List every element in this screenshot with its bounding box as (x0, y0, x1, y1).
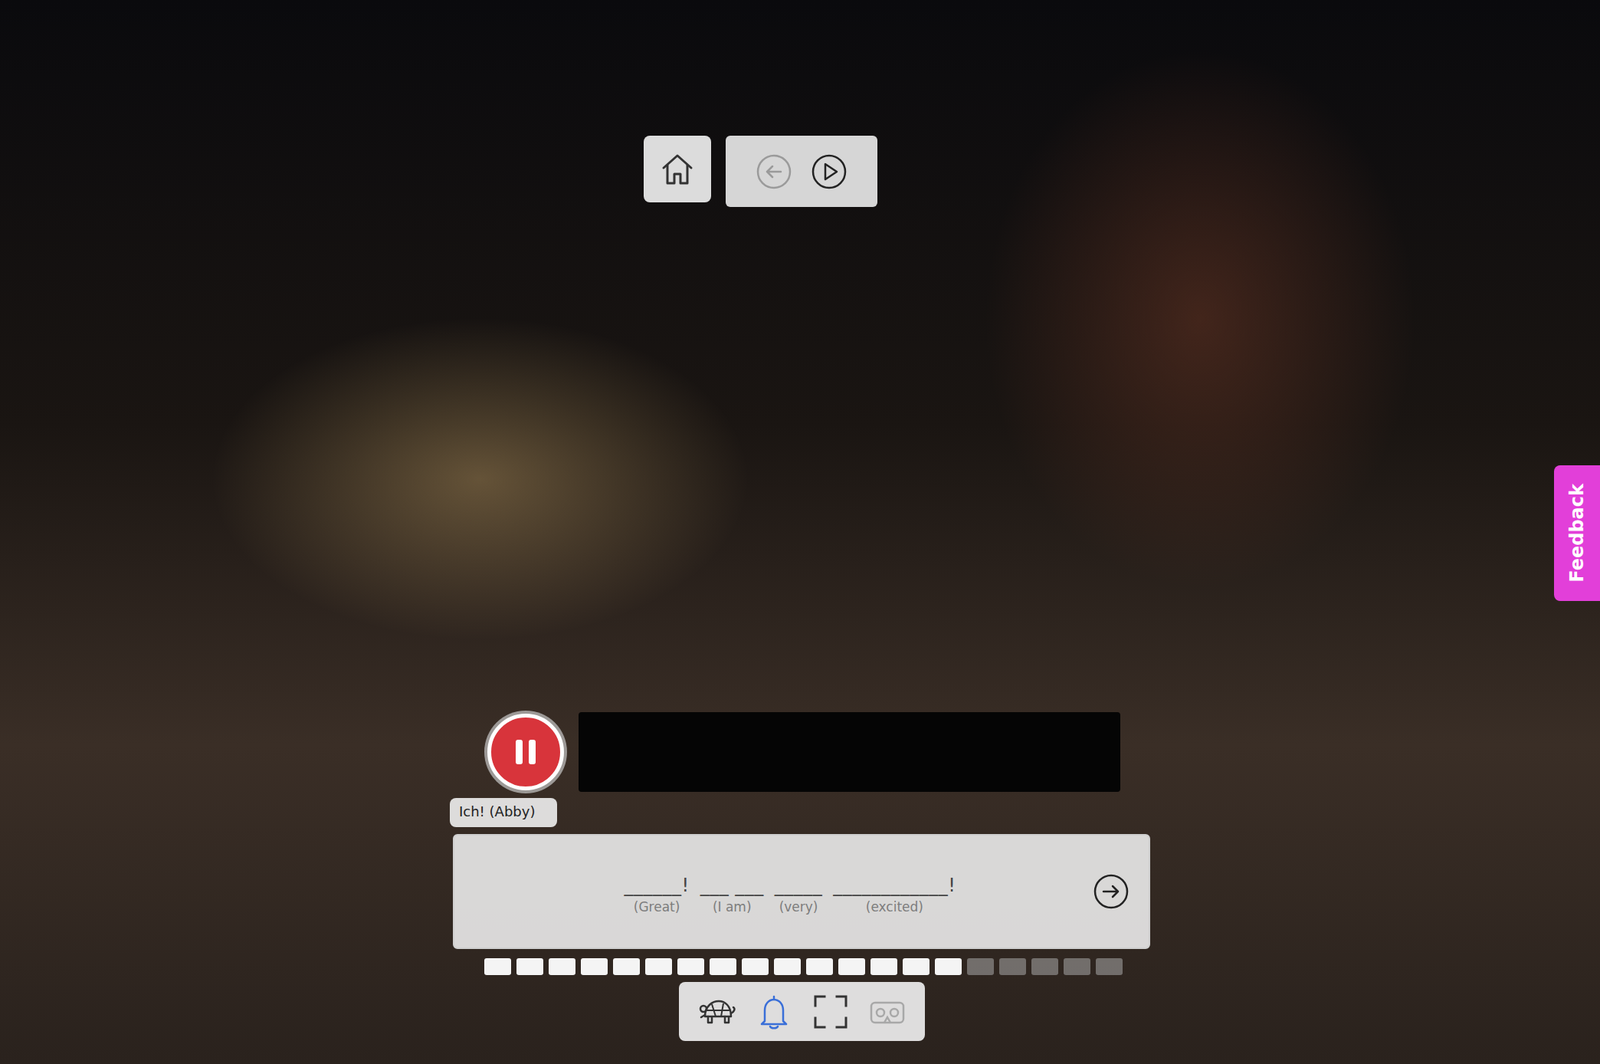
home-icon (659, 150, 696, 188)
progress-segment (709, 957, 737, 975)
speaker-label: Ich! (Abby) (449, 797, 558, 827)
feedback-tab[interactable]: Feedback (1554, 465, 1600, 601)
turtle-icon (697, 991, 738, 1032)
progress-segment (773, 957, 801, 975)
blank[interactable]: ____________!(excited) (832, 874, 956, 915)
fullscreen-icon (810, 991, 851, 1032)
pause-button[interactable] (487, 713, 564, 791)
blank-hint: (very) (779, 898, 819, 915)
blank[interactable]: ___ ___(I am) (700, 874, 764, 915)
progress-segment (741, 957, 769, 975)
progress-segment (1063, 957, 1091, 975)
home-button[interactable] (643, 135, 712, 203)
progress-segment (548, 957, 576, 975)
exercise-panel: ______!(Great)___ ___(I am)_____(very)__… (452, 833, 1151, 949)
progress-segment (1031, 957, 1059, 975)
bell-button[interactable] (754, 991, 794, 1032)
play-icon (809, 152, 849, 191)
nav-box (725, 135, 878, 207)
arrow-right-icon (1091, 872, 1131, 911)
progress-segment (580, 957, 608, 975)
progress-segment (967, 957, 994, 975)
progress-segment (613, 957, 640, 975)
progress-segment (516, 957, 544, 975)
submit-button[interactable] (1091, 872, 1131, 911)
progress-segment (806, 957, 833, 975)
blank[interactable]: ______!(Great) (624, 874, 690, 915)
progress-bar (484, 957, 1123, 975)
blanks-row: ______!(Great)___ ___(I am)_____(very)__… (500, 868, 1080, 915)
progress-segment (838, 957, 866, 975)
progress-segment (934, 957, 962, 975)
blank[interactable]: _____(very) (774, 874, 823, 915)
progress-segment (999, 957, 1027, 975)
progress-segment (677, 957, 705, 975)
blank-hint: (Great) (633, 898, 681, 915)
back-button[interactable] (754, 152, 794, 191)
blank-hint: (I am) (712, 898, 752, 915)
subtitle-box (578, 711, 1121, 792)
vr-button[interactable] (867, 991, 908, 1032)
bell-icon (754, 991, 794, 1032)
progress-segment (870, 957, 898, 975)
stage: Ich! (Abby)______!(Great)___ ___(I am)__… (0, 0, 1600, 1064)
progress-segment (484, 957, 512, 975)
progress-segment (902, 957, 930, 975)
back-arrow-icon (754, 152, 794, 191)
vr-headset-icon (867, 991, 908, 1032)
fullscreen-button[interactable] (810, 991, 851, 1032)
blank-hint: (excited) (865, 898, 924, 915)
turtle-button[interactable] (697, 991, 738, 1032)
progress-segment (1095, 957, 1123, 975)
pause-icon (508, 734, 543, 769)
progress-segment (645, 957, 673, 975)
toolbar (678, 981, 925, 1041)
play-button[interactable] (809, 152, 849, 191)
